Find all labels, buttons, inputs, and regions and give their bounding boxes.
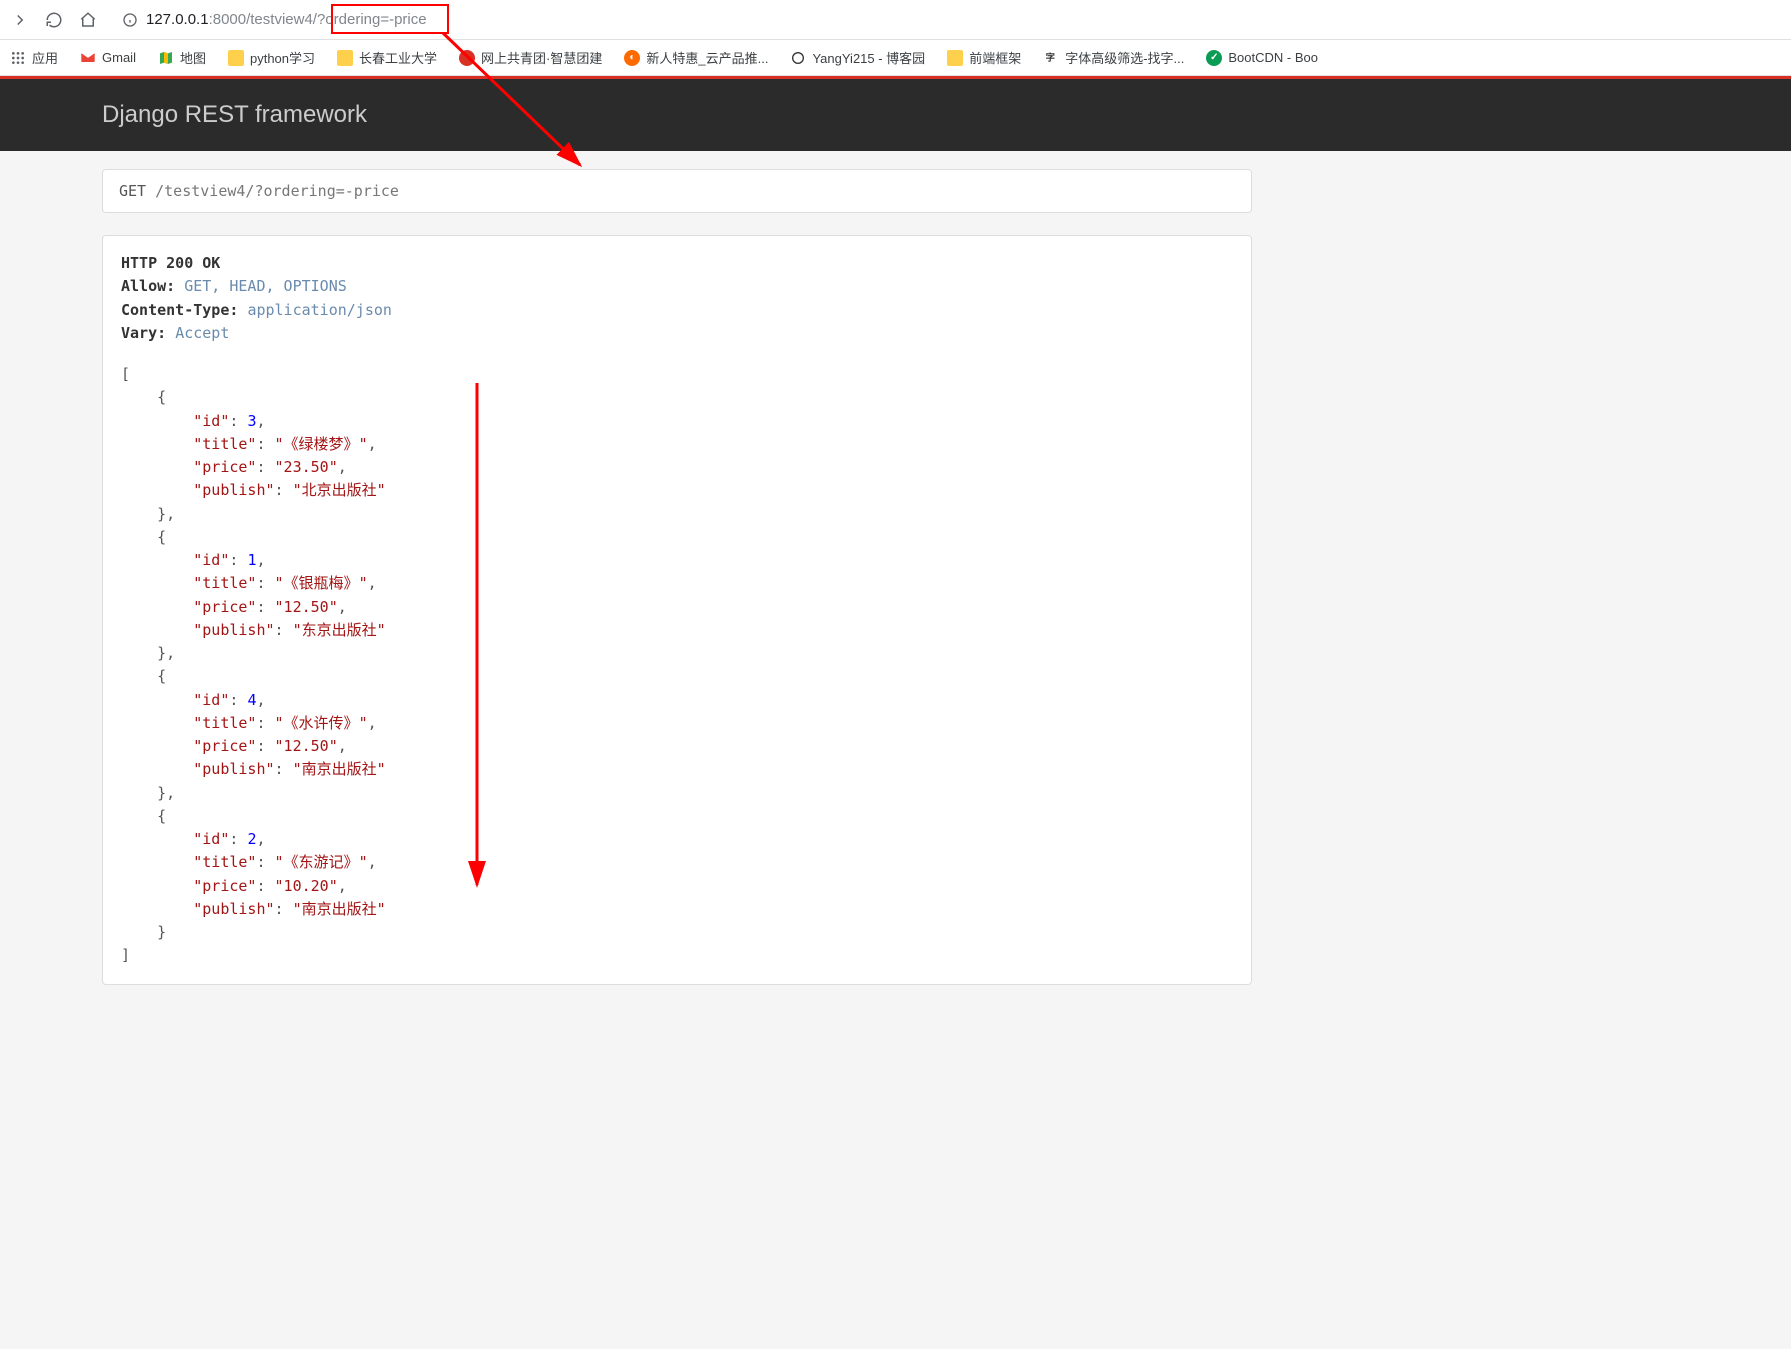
folder-icon [947,50,963,66]
red-icon [459,50,475,66]
header-vary: Vary: Accept [121,322,1233,345]
bookmark-item[interactable]: 长春工业大学 [337,48,437,67]
apps-icon [10,50,26,66]
bookmark-item[interactable]: 前端框架 [947,48,1021,67]
content: GET /testview4/?ordering=-price HTTP 200… [102,151,1252,985]
bookmark-label: 地图 [180,48,206,67]
status-line: HTTP 200 OK [121,252,1233,275]
bookmark-label: 字体高级筛选-找字... [1065,48,1184,67]
response-panel: HTTP 200 OK Allow: GET, HEAD, OPTIONS Co… [102,235,1252,985]
bookmark-label: Gmail [102,50,136,65]
reload-icon[interactable] [44,10,64,30]
bookmark-item[interactable]: 字字体高级筛选-找字... [1043,48,1184,67]
bookmark-label: 网上共青团·智慧团建 [481,48,602,67]
bookmark-item[interactable]: 应用 [10,48,58,67]
bookmark-item[interactable]: ✓ BootCDN - Boo [1206,50,1318,66]
header-allow: Allow: GET, HEAD, OPTIONS [121,275,1233,298]
folder-icon [228,50,244,66]
cloud-icon: ◐ [624,50,640,66]
svg-text:字: 字 [1046,51,1055,62]
bookmark-item[interactable]: Gmail [80,50,136,66]
map-icon [158,50,174,66]
home-icon[interactable] [78,10,98,30]
forward-icon[interactable] [10,10,30,30]
font-icon: 字 [1043,50,1059,66]
folder-icon [337,50,353,66]
bookmark-label: 新人特惠_云产品推... [646,48,768,67]
bookmark-item[interactable]: 地图 [158,48,206,67]
request-bar: GET /testview4/?ordering=-price [102,169,1252,213]
bookmark-label: YangYi215 - 博客园 [812,48,925,67]
request-path: /testview4/?ordering=-price [155,182,399,200]
bootcdn-icon: ✓ [1206,50,1222,66]
bookmark-item[interactable]: YangYi215 - 博客园 [790,48,925,67]
request-method: GET [119,182,146,200]
bookmark-label: 长春工业大学 [359,48,437,67]
bookmark-label: BootCDN - Boo [1228,50,1318,65]
browser-nav-bar: 127.0.0.1:8000/testview4/?ordering=-pric… [0,0,1791,40]
response-body: [ { "id": 3, "title": "《绿楼梦》", "price": … [121,363,1233,968]
drf-header: Django REST framework [0,79,1791,151]
bookmark-item[interactable]: python学习 [228,48,315,67]
url-text: 127.0.0.1:8000/testview4/?ordering=-pric… [146,11,427,28]
bookmark-label: 应用 [32,48,58,67]
blog-icon [790,50,806,66]
url-bar[interactable]: 127.0.0.1:8000/testview4/?ordering=-pric… [112,7,1781,32]
bookmark-label: python学习 [250,48,315,67]
bookmark-label: 前端框架 [969,48,1021,67]
bookmark-item[interactable]: ◐ 新人特惠_云产品推... [624,48,768,67]
bookmark-item[interactable]: 网上共青团·智慧团建 [459,48,602,67]
gmail-icon [80,50,96,66]
drf-title[interactable]: Django REST framework [102,101,367,129]
header-content-type: Content-Type: application/json [121,299,1233,322]
bookmarks-bar: 应用 Gmail 地图 python学习 长春工业大学 网上共青团·智慧团建 ◐ 新人特惠_云… [0,40,1791,76]
site-info-icon[interactable] [122,12,138,28]
